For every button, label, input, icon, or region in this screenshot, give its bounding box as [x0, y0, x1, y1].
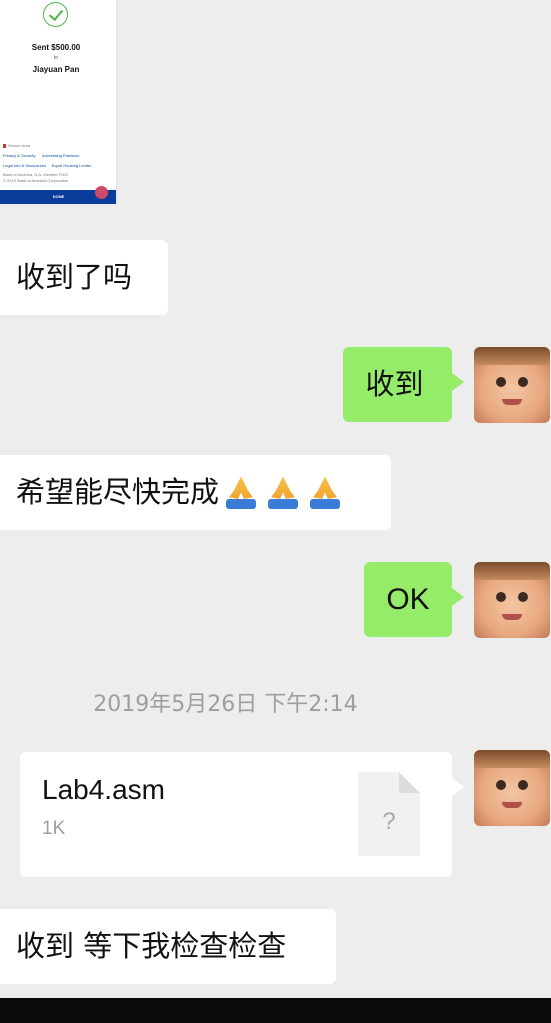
chat-timestamp: 2019年5月26日 下午2:14 — [93, 692, 358, 717]
receipt-link-advertising: Advertising Practices — [42, 153, 80, 158]
payment-receipt-image[interactable]: Sent $500.00 to Jiayuan Pan Secure Area … — [0, 0, 117, 204]
message-bubble-received[interactable]: 收到了吗 — [0, 240, 168, 315]
message-text: 希望能尽快完成 — [16, 475, 220, 509]
receipt-footer-2: © 2019 Bank of America Corporation. — [3, 178, 70, 183]
message-bubble-sent[interactable]: 收到 — [343, 347, 464, 422]
checkmark-icon — [43, 2, 68, 27]
receipt-footer-1: Bank of America, N.A. Member FDIC. — [3, 172, 70, 177]
folded-hands-icon — [265, 475, 301, 511]
receipt-secure-area: Secure Area — [8, 143, 31, 148]
receipt-to-label: to — [53, 55, 59, 61]
receipt-link-housing: Equal Housing Lender — [52, 163, 92, 168]
help-icon — [95, 186, 108, 199]
file-name: Lab4.asm — [42, 774, 165, 805]
folded-hands-icon — [223, 475, 259, 511]
lock-icon — [3, 144, 6, 148]
file-message-card[interactable]: Lab4.asm 1K ? — [20, 752, 464, 877]
receipt-link-legal: Legal Info & Disclosures — [3, 163, 47, 168]
message-text: 收到了吗 — [16, 260, 133, 294]
receipt-link-privacy: Privacy & Security — [3, 153, 36, 158]
baby-face-avatar[interactable] — [474, 347, 550, 423]
receipt-amount: Sent $500.00 — [31, 43, 81, 52]
bottom-bar — [0, 998, 551, 1023]
message-text: 收到 等下我检查检查 — [16, 929, 287, 963]
folded-hands-icon — [307, 475, 343, 511]
file-icon-glyph: ? — [382, 808, 396, 835]
file-size: 1K — [42, 818, 66, 839]
message-bubble-received[interactable]: 收到 等下我检查检查 — [0, 909, 336, 984]
baby-face-avatar[interactable] — [474, 562, 550, 638]
baby-face-avatar[interactable] — [474, 750, 550, 826]
message-bubble-sent[interactable]: OK — [364, 562, 464, 637]
receipt-payee: Jiayuan Pan — [32, 65, 80, 74]
emoji-group — [223, 475, 349, 511]
message-text: 收到 — [365, 367, 424, 401]
message-bubble-received[interactable]: 希望能尽快完成 — [0, 455, 391, 530]
message-text: OK — [386, 582, 430, 616]
